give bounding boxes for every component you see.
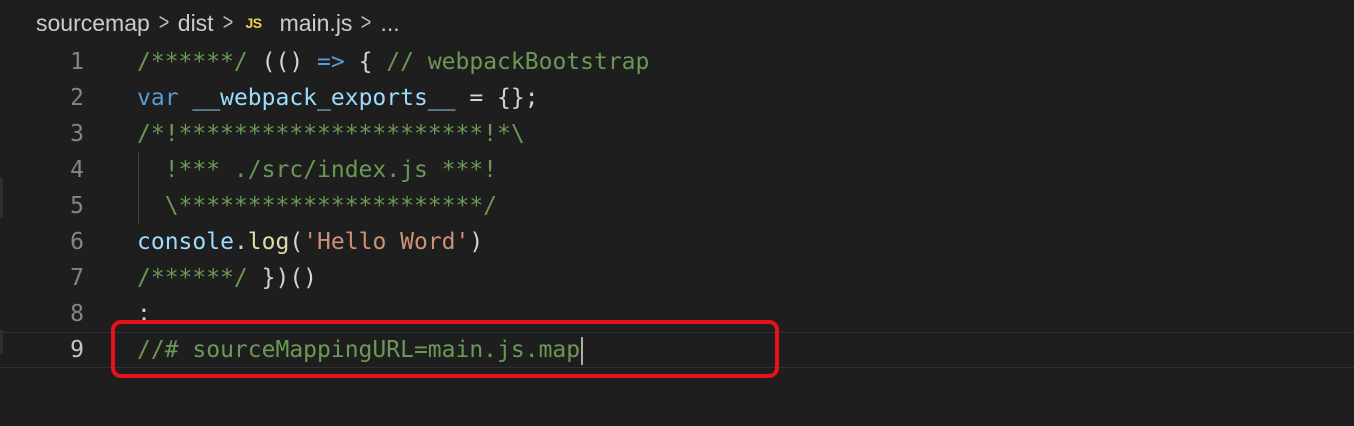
chevron-right-icon: > [158,9,170,36]
code-token: = {}; [455,85,539,111]
code-text[interactable]: var __webpack_exports__ = {}; [137,80,539,116]
chevron-right-icon: > [222,9,233,36]
line-number: 6 [70,229,84,255]
code-token: __webpack_exports__ [192,85,456,111]
code-text[interactable]: \**********************/ [137,188,497,224]
code-text[interactable]: /******/ (() => { // webpackBootstrap [137,44,649,80]
breadcrumb-item-dist[interactable]: dist [178,10,214,37]
breadcrumb-item-main-js[interactable]: main.js [280,10,353,37]
code-token: // webpackBootstrap [386,49,650,75]
breadcrumb: sourcemap > dist > JS main.js > ... [36,6,400,40]
line-number: 5 [70,193,84,219]
code-token: ( [289,229,304,255]
code-token: { [344,49,387,75]
breadcrumb-item-sourcemap[interactable]: sourcemap [36,10,150,37]
line-number: 1 [70,49,84,75]
code-token: \**********************/ [137,193,498,219]
line-number: 8 [70,301,84,327]
chevron-right-icon: > [361,9,372,36]
code-line[interactable]: 6 console.log('Hello Word') [0,224,1354,260]
line-number: 7 [70,265,84,291]
code-line[interactable]: 1 /******/ (() => { // webpackBootstrap [0,44,1354,80]
code-text[interactable]: /******/ })() [137,260,317,296]
code-line[interactable]: 5 \**********************/ [0,188,1354,224]
line-number: 3 [70,121,84,147]
javascript-file-icon: JS [245,15,263,31]
code-token: ) [469,229,484,255]
line-number: 2 [70,85,84,111]
code-line[interactable]: 7 /******/ })() [0,260,1354,296]
code-line[interactable]: 2 var __webpack_exports__ = {}; [0,80,1354,116]
highlight-annotation-box [111,320,779,378]
code-token: console [137,229,234,255]
code-line[interactable]: 3 /*!**********************!*\ [0,116,1354,152]
code-text[interactable]: !*** ./src/index.js ***! [137,152,497,188]
code-text[interactable]: /*!**********************!*\ [137,116,525,152]
code-token: log [247,229,290,255]
code-token: 'Hello Word' [303,229,470,255]
code-text[interactable]: console.log('Hello Word') [137,224,483,260]
code-token: })() [247,265,318,291]
code-token: /******/ [137,49,248,75]
code-token: var [137,85,179,111]
code-token: /******/ [137,265,248,291]
code-token: . [233,229,248,255]
code-token: => [317,49,345,75]
line-number: 9 [70,337,84,363]
code-line[interactable]: 4 !*** ./src/index.js ***! [0,152,1354,188]
code-token: !*** ./src/index.js ***! [137,157,498,183]
breadcrumb-item-symbols[interactable]: ... [380,10,399,37]
code-token: /*!**********************!*\ [137,121,525,147]
line-number: 4 [70,157,84,183]
code-token: (() [247,49,318,75]
